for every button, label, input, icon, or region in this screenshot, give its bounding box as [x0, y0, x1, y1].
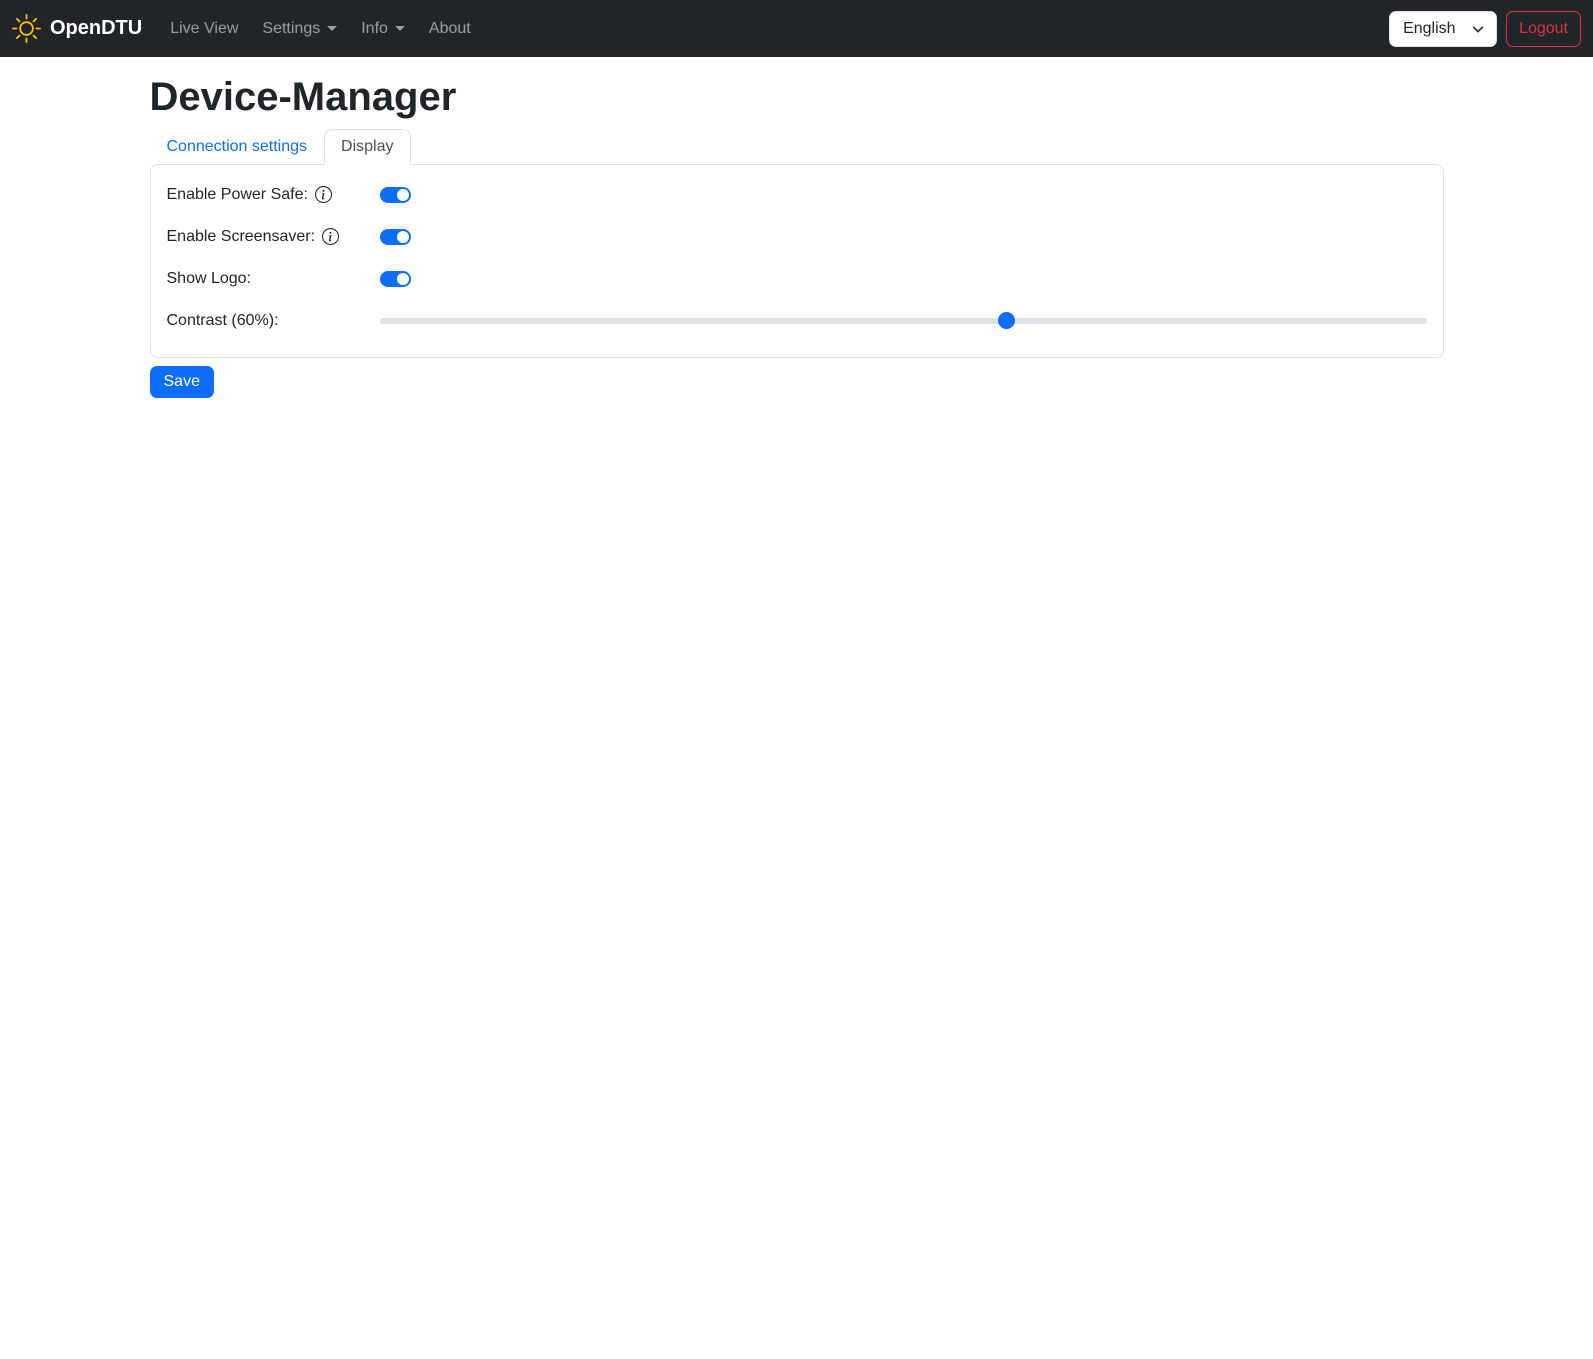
- info-icon[interactable]: [322, 228, 340, 245]
- navbar: OpenDTU Live View Settings Info About En…: [0, 0, 1593, 57]
- field-label: Enable Screensaver:: [166, 227, 316, 245]
- field-label-group: Contrast (60%):: [167, 312, 380, 330]
- page-title: Device-Manager: [149, 75, 457, 119]
- main-container: Device-Manager Connection settings Displ…: [137, 75, 1457, 398]
- field-label-group: Show Logo:: [167, 270, 380, 288]
- field-control: [379, 228, 1427, 245]
- tab-display[interactable]: Display: [324, 129, 411, 165]
- field-label-group: Enable Power Safe:: [167, 186, 380, 204]
- form-row-show-logo: Show Logo:: [167, 266, 1427, 291]
- field-label: Show Logo:: [166, 269, 252, 287]
- field-control: [379, 270, 1427, 287]
- nav-links: Live View Settings Info About: [158, 12, 483, 46]
- brand-link[interactable]: OpenDTU: [12, 14, 142, 43]
- save-button[interactable]: Save: [149, 366, 214, 398]
- field-control: [379, 312, 1427, 329]
- field-label: Enable Power Safe:: [166, 185, 308, 203]
- power-safe-toggle[interactable]: [379, 186, 411, 203]
- show-logo-toggle[interactable]: [379, 270, 411, 287]
- logout-button[interactable]: Logout: [1506, 10, 1581, 47]
- nav-item-settings[interactable]: Settings: [254, 12, 345, 46]
- contrast-slider[interactable]: [379, 312, 1427, 329]
- nav-item-info[interactable]: Info: [353, 12, 413, 46]
- display-settings-card: Enable Power Safe: Enable Screensaver: S…: [149, 164, 1444, 358]
- language-select-wrap: English: [1389, 10, 1498, 47]
- nav-item-live-view[interactable]: Live View: [162, 12, 246, 46]
- form-row-screensaver: Enable Screensaver:: [167, 224, 1427, 249]
- caret-down-icon: [394, 26, 405, 31]
- tab-connection-settings[interactable]: Connection settings: [150, 129, 325, 165]
- info-icon[interactable]: [314, 186, 332, 203]
- brand-text: OpenDTU: [50, 17, 143, 39]
- nav-item-about[interactable]: About: [421, 12, 479, 46]
- field-control: [379, 186, 1427, 203]
- navbar-left: OpenDTU Live View Settings Info About: [12, 12, 483, 46]
- tab-bar: Connection settings Display: [150, 129, 1444, 165]
- field-label: Contrast (60%):: [166, 311, 279, 329]
- field-label-group: Enable Screensaver:: [167, 228, 380, 246]
- form-row-contrast: Contrast (60%):: [167, 308, 1427, 333]
- sun-icon: [12, 14, 41, 43]
- navbar-right: English Logout: [1389, 10, 1581, 47]
- language-select[interactable]: English: [1389, 10, 1498, 47]
- card-body: Enable Power Safe: Enable Screensaver: S…: [151, 165, 1443, 357]
- screensaver-toggle[interactable]: [379, 228, 411, 245]
- caret-down-icon: [327, 26, 338, 31]
- form-row-power-safe: Enable Power Safe:: [167, 182, 1427, 207]
